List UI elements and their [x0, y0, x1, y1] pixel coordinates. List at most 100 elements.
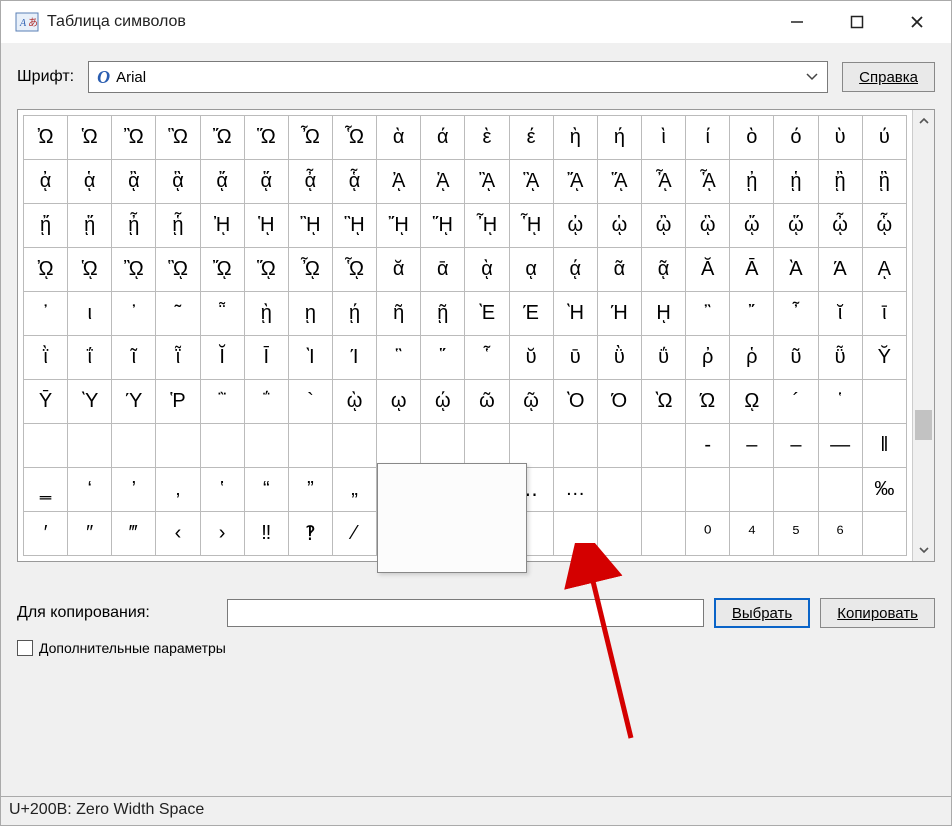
character-cell[interactable]: [597, 468, 641, 512]
character-cell[interactable]: Ύ: [112, 380, 156, 424]
character-cell[interactable]: Ό: [597, 380, 641, 424]
character-cell[interactable]: ‰: [862, 468, 906, 512]
character-cell[interactable]: ᾶ: [597, 248, 641, 292]
character-cell[interactable]: Ᾱ: [730, 248, 774, 292]
character-cell[interactable]: ᾅ: [244, 160, 288, 204]
character-cell[interactable]: ᾘ: [200, 204, 244, 248]
maximize-button[interactable]: [827, 1, 887, 43]
character-cell[interactable]: ῴ: [421, 380, 465, 424]
character-cell[interactable]: ›: [200, 512, 244, 556]
character-cell[interactable]: Ά: [818, 248, 862, 292]
character-cell[interactable]: ό: [774, 116, 818, 160]
character-cell[interactable]: ή: [597, 116, 641, 160]
character-cell[interactable]: Ὸ: [553, 380, 597, 424]
character-cell[interactable]: ᾥ: [774, 204, 818, 248]
character-cell[interactable]: ᾑ: [774, 160, 818, 204]
copy-input[interactable]: [227, 599, 704, 627]
character-cell[interactable]: Ὺ: [68, 380, 112, 424]
character-cell[interactable]: ᾣ: [686, 204, 730, 248]
help-button[interactable]: Справка: [842, 62, 935, 92]
character-cell[interactable]: [774, 468, 818, 512]
character-cell[interactable]: ῭: [200, 380, 244, 424]
character-cell[interactable]: …: [553, 468, 597, 512]
character-cell[interactable]: Έ: [509, 292, 553, 336]
character-cell[interactable]: ῠ: [509, 336, 553, 380]
character-cell[interactable]: ᾖ: [112, 204, 156, 248]
character-cell[interactable]: ῼ: [730, 380, 774, 424]
character-cell[interactable]: ᾁ: [68, 160, 112, 204]
character-cell[interactable]: ῁: [200, 292, 244, 336]
character-cell[interactable]: ῷ: [509, 380, 553, 424]
character-cell[interactable]: ᾢ: [641, 204, 685, 248]
character-cell[interactable]: ῢ: [597, 336, 641, 380]
character-cell[interactable]: [112, 424, 156, 468]
character-cell[interactable]: ῡ: [553, 336, 597, 380]
character-cell[interactable]: Ὠ: [24, 116, 68, 160]
character-cell[interactable]: ᾮ: [288, 248, 332, 292]
character-cell[interactable]: ‴: [112, 512, 156, 556]
character-cell[interactable]: ᾏ: [686, 160, 730, 204]
character-cell[interactable]: ‗: [24, 468, 68, 512]
select-button[interactable]: Выбрать: [714, 598, 810, 628]
character-cell[interactable]: ᾈ: [377, 160, 421, 204]
character-cell[interactable]: ᾐ: [730, 160, 774, 204]
character-cell[interactable]: ᾀ: [24, 160, 68, 204]
character-cell[interactable]: `: [288, 380, 332, 424]
character-cell[interactable]: ‚: [156, 468, 200, 512]
character-cell[interactable]: ῲ: [332, 380, 376, 424]
character-cell[interactable]: ῃ: [288, 292, 332, 336]
character-cell[interactable]: ”: [288, 468, 332, 512]
scroll-thumb[interactable]: [915, 410, 932, 440]
character-cell[interactable]: ῶ: [465, 380, 509, 424]
character-cell[interactable]: ‽: [288, 512, 332, 556]
character-cell[interactable]: [862, 512, 906, 556]
character-cell[interactable]: ῍: [686, 292, 730, 336]
character-cell[interactable]: [862, 380, 906, 424]
character-cell[interactable]: ″: [68, 512, 112, 556]
advanced-view-checkbox[interactable]: [17, 640, 33, 656]
character-cell[interactable]: ᾇ: [332, 160, 376, 204]
character-cell[interactable]: ᾜ: [377, 204, 421, 248]
character-cell[interactable]: [686, 468, 730, 512]
character-cell[interactable]: Ὤ: [200, 116, 244, 160]
character-cell[interactable]: ᾃ: [156, 160, 200, 204]
character-cell[interactable]: ῤ: [686, 336, 730, 380]
character-cell[interactable]: Ὶ: [288, 336, 332, 380]
character-cell[interactable]: ῞: [421, 336, 465, 380]
character-cell[interactable]: ⁵: [774, 512, 818, 556]
character-cell[interactable]: [641, 424, 685, 468]
character-cell[interactable]: ᾩ: [68, 248, 112, 292]
character-cell[interactable]: ᾪ: [112, 248, 156, 292]
character-cell[interactable]: Ή: [597, 292, 641, 336]
character-cell[interactable]: ᾬ: [200, 248, 244, 292]
character-cell[interactable]: ᾛ: [332, 204, 376, 248]
character-cell[interactable]: ΅: [244, 380, 288, 424]
character-cell[interactable]: ῂ: [244, 292, 288, 336]
character-cell[interactable]: ᾧ: [862, 204, 906, 248]
character-cell[interactable]: Ὴ: [553, 292, 597, 336]
character-cell[interactable]: ᾽: [24, 292, 68, 336]
character-cell[interactable]: ‛: [200, 468, 244, 512]
character-cell[interactable]: ‘: [68, 468, 112, 512]
character-cell[interactable]: ῝: [377, 336, 421, 380]
character-cell[interactable]: ᾎ: [641, 160, 685, 204]
character-cell[interactable]: ὴ: [553, 116, 597, 160]
character-cell[interactable]: ῟: [465, 336, 509, 380]
character-cell[interactable]: Ᾰ: [686, 248, 730, 292]
character-cell[interactable]: ᾂ: [112, 160, 156, 204]
character-cell[interactable]: ά: [421, 116, 465, 160]
character-cell[interactable]: ῦ: [774, 336, 818, 380]
character-cell[interactable]: [641, 468, 685, 512]
character-cell[interactable]: ΰ: [641, 336, 685, 380]
font-select[interactable]: O Arial: [88, 61, 828, 93]
character-cell[interactable]: ύ: [862, 116, 906, 160]
character-cell[interactable]: ´: [774, 380, 818, 424]
character-cell[interactable]: ὺ: [818, 116, 862, 160]
character-cell[interactable]: ῳ: [377, 380, 421, 424]
character-cell[interactable]: [553, 424, 597, 468]
character-cell[interactable]: ᾊ: [465, 160, 509, 204]
character-cell[interactable]: ‹: [156, 512, 200, 556]
character-cell[interactable]: ⁶: [818, 512, 862, 556]
character-cell[interactable]: Ὲ: [465, 292, 509, 336]
character-cell[interactable]: ᾫ: [156, 248, 200, 292]
